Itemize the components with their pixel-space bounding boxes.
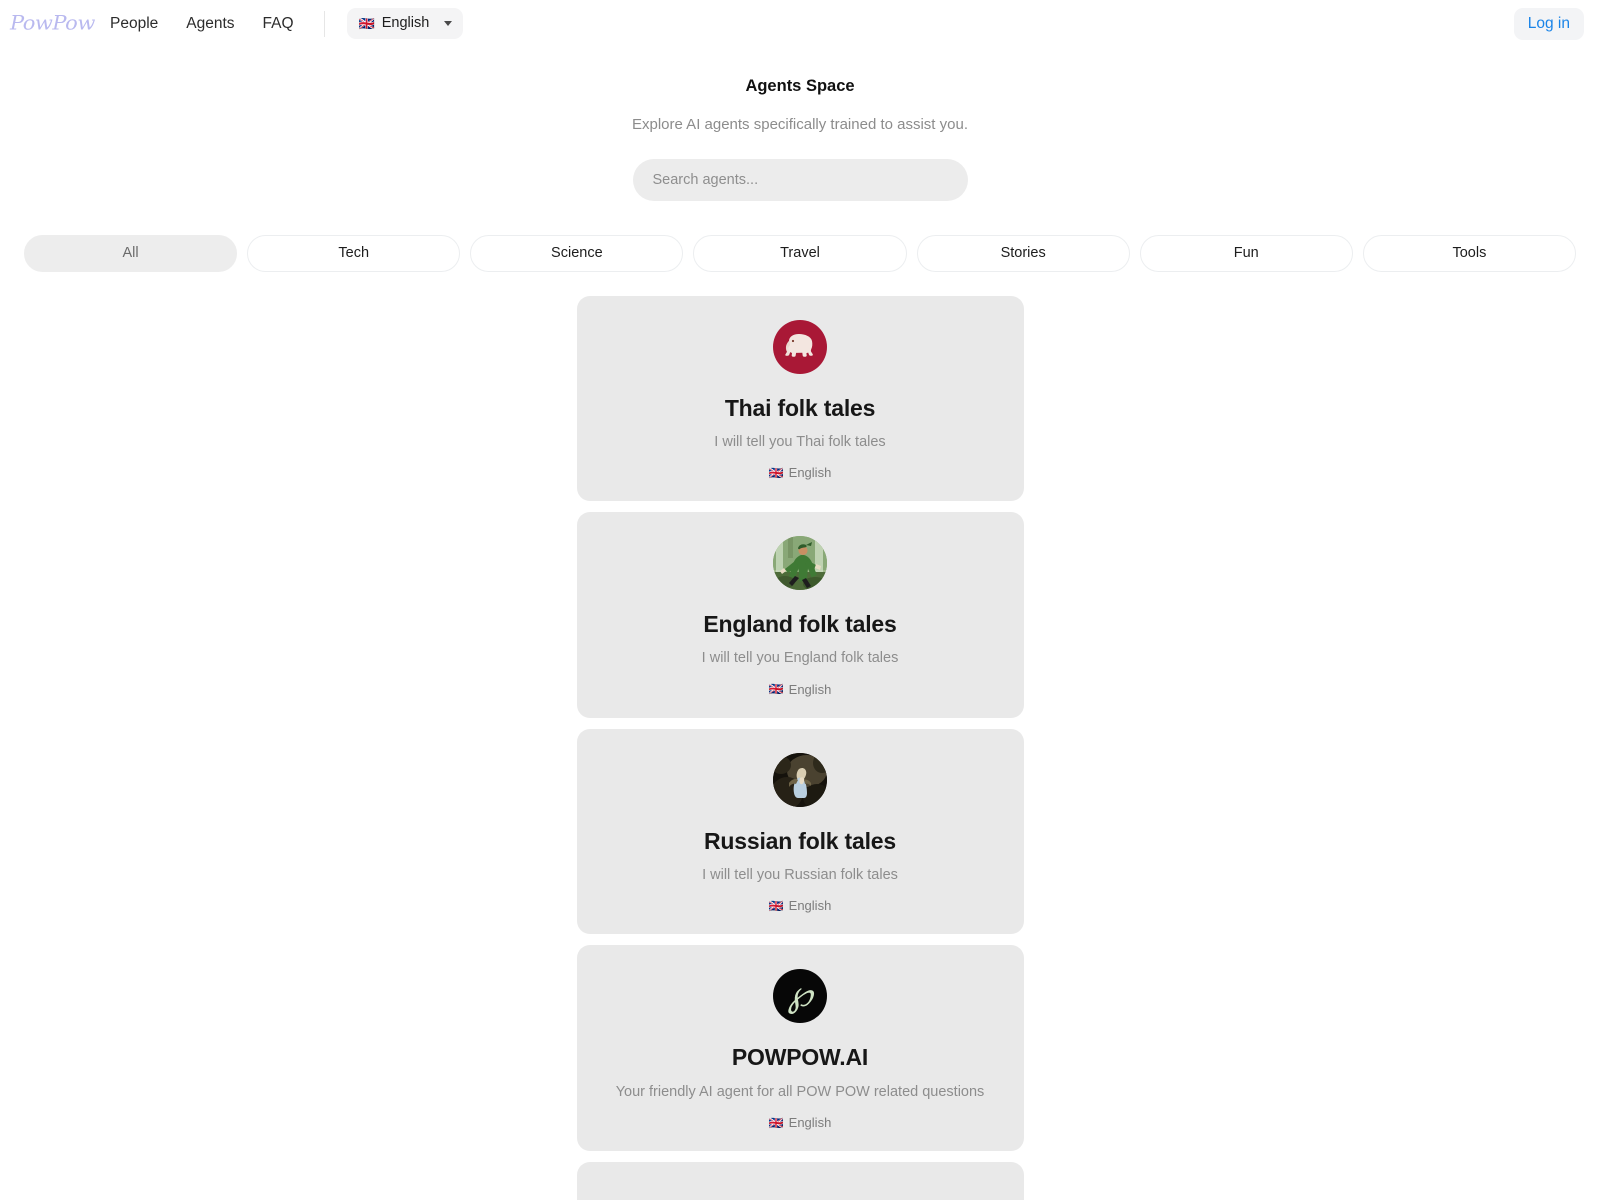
agent-card-language-label: English — [788, 681, 832, 697]
robin-hood-illustration — [773, 536, 827, 591]
agent-card[interactable]: England folk tales I will tell you Engla… — [576, 512, 1024, 718]
page-subtitle: Explore AI agents specifically trained t… — [631, 115, 968, 133]
agent-card[interactable]: Thai folk tales I will tell you Thai fol… — [576, 295, 1024, 502]
uk-flag-icon: 🇬🇧 — [768, 898, 784, 913]
nav-item-agents[interactable]: Agents — [186, 16, 234, 32]
chevron-down-icon — [444, 21, 453, 26]
brand-logo[interactable]: PowPow — [10, 9, 95, 39]
robin-hood-avatar — [773, 536, 827, 591]
nav-divider — [323, 10, 325, 37]
top-navigation-bar: PowPow People Agents FAQ 🇬🇧 English Log … — [0, 0, 1600, 47]
powpow-logo-avatar: ℘ — [773, 969, 827, 1024]
search-container — [0, 158, 1600, 201]
filter-pill-tech[interactable]: Tech — [247, 234, 461, 272]
agent-card-description: I will tell you England folk tales — [701, 650, 899, 667]
agent-card-title: England folk tales — [703, 611, 897, 638]
agent-card-description: I will tell you Thai folk tales — [714, 433, 886, 450]
filter-pill-travel[interactable]: Travel — [693, 234, 907, 272]
brand-logo-text: PowPow — [10, 12, 95, 35]
agent-card[interactable]: ℘ POWPOW.AI Your friendly AI agent for a… — [576, 945, 1024, 1152]
filter-pill-science[interactable]: Science — [470, 234, 684, 272]
powpow-p-glyph: ℘ — [787, 974, 813, 1016]
agent-card-description: Your friendly AI agent for all POW POW r… — [615, 1083, 985, 1100]
filter-pill-stories[interactable]: Stories — [916, 234, 1130, 272]
nav-item-faq[interactable]: FAQ — [263, 16, 294, 32]
agent-card-language: 🇬🇧 English — [593, 466, 1008, 479]
elephant-icon — [785, 333, 813, 357]
agent-card-language: 🇬🇧 English — [593, 899, 1008, 912]
page-title: Agents Space — [745, 77, 855, 95]
filter-pill-fun[interactable]: Fun — [1139, 234, 1353, 272]
agent-card-language-label: English — [788, 1115, 832, 1131]
language-selector-label: English — [381, 15, 430, 32]
agent-card-language: 🇬🇧 English — [593, 1116, 1008, 1129]
uk-flag-icon: 🇬🇧 — [768, 465, 784, 480]
uk-flag-icon: 🇬🇧 — [768, 682, 784, 697]
login-button[interactable]: Log in — [1513, 8, 1584, 40]
agent-card[interactable]: Russian folk tales I will tell you Russi… — [576, 728, 1024, 935]
agent-card-partial[interactable] — [576, 1162, 1024, 1200]
agent-card-language-label: English — [788, 898, 832, 914]
uk-flag-icon: 🇬🇧 — [358, 16, 375, 31]
main-nav: People Agents FAQ — [110, 16, 294, 32]
agent-card-title: Russian folk tales — [704, 827, 896, 854]
agent-card-language: 🇬🇧 English — [593, 683, 1008, 696]
uk-flag-icon: 🇬🇧 — [768, 1115, 784, 1130]
elephant-avatar — [773, 319, 827, 374]
category-filter-bar: All Tech Science Travel Stories Fun Tool… — [0, 234, 1600, 272]
search-input[interactable] — [632, 158, 968, 201]
filter-pill-tools[interactable]: Tools — [1362, 234, 1576, 272]
russian-painting-avatar — [773, 752, 827, 807]
agent-card-list: Thai folk tales I will tell you Thai fol… — [0, 295, 1600, 1200]
agent-card-title: POWPOW.AI — [731, 1044, 869, 1071]
hero-section: Agents Space Explore AI agents specifica… — [0, 47, 1600, 201]
agent-card-title: Thai folk tales — [724, 394, 876, 421]
agent-card-description: I will tell you Russian folk tales — [702, 866, 898, 883]
russian-folk-illustration — [773, 752, 827, 807]
agent-card-language-label: English — [788, 465, 832, 481]
nav-item-people[interactable]: People — [110, 16, 158, 32]
filter-pill-all[interactable]: All — [24, 234, 238, 272]
language-selector[interactable]: 🇬🇧 English — [346, 8, 464, 39]
